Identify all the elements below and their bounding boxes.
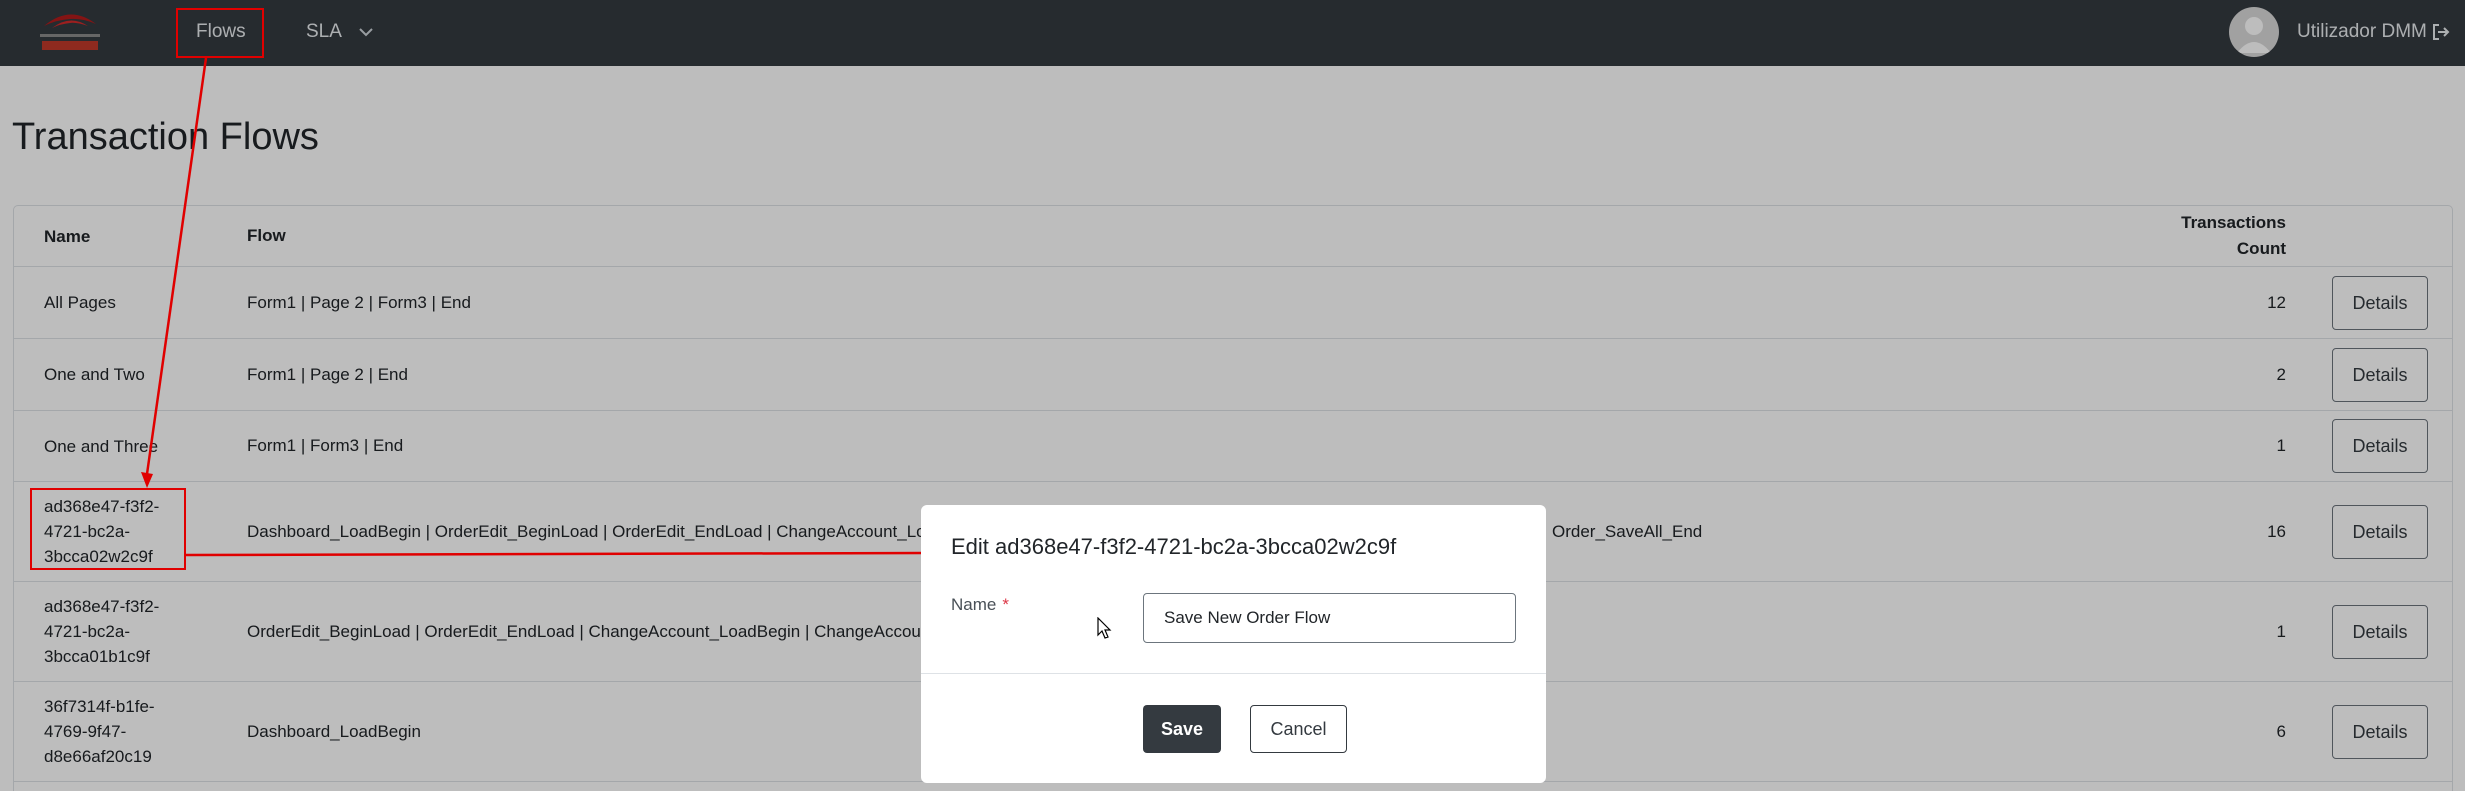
- mouse-cursor-icon: [1097, 616, 1113, 641]
- name-label: Name *: [951, 595, 1009, 615]
- modal-divider: [921, 673, 1546, 674]
- cancel-button[interactable]: Cancel: [1250, 705, 1347, 753]
- annotation-arrow-line: [145, 57, 208, 475]
- save-button[interactable]: Save: [1143, 705, 1221, 753]
- annotation-arrow-line: [185, 551, 925, 557]
- edit-flow-modal: Edit ad368e47-f3f2-4721-bc2a-3bcca02w2c9…: [921, 505, 1546, 783]
- name-label-text: Name: [951, 595, 997, 614]
- modal-title: Edit ad368e47-f3f2-4721-bc2a-3bcca02w2c9…: [951, 534, 1397, 559]
- annotation-arrowhead: [141, 472, 153, 488]
- required-indicator: *: [1002, 595, 1009, 614]
- name-input[interactable]: [1143, 593, 1516, 643]
